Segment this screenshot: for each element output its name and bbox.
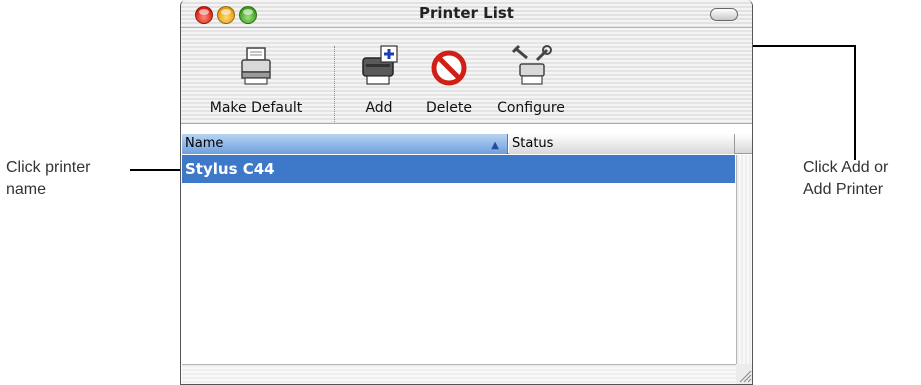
callout-click-add: Click Add or Add Printer	[803, 157, 921, 201]
toolbar: Make Default Add Delete Configure	[181, 28, 752, 124]
printer-name-cell: Stylus C44	[185, 160, 275, 178]
column-header-name-label: Name	[185, 136, 224, 151]
configure-tools-icon	[511, 44, 552, 85]
delete-no-symbol-icon	[431, 50, 467, 86]
add-button[interactable]: Add	[351, 44, 407, 116]
printer-list: Stylus C44	[182, 155, 735, 363]
callout-click-printer-name: Click printer name	[6, 157, 136, 201]
column-header-status-label: Status	[512, 136, 554, 151]
table-header: Name ▲ Status	[182, 134, 735, 154]
title-bar[interactable]: Printer List	[181, 0, 752, 28]
printer-list-window: Printer List Make Default Add Delete Con…	[180, 0, 753, 385]
callout-left-line1: Click printer	[6, 159, 91, 176]
callout-right-line2: Add Printer	[803, 181, 884, 198]
horizontal-scrollbar[interactable]	[182, 364, 736, 384]
resize-handle[interactable]	[736, 364, 752, 384]
configure-label: Configure	[497, 100, 565, 116]
callout-right-line1: Click Add or	[803, 159, 889, 176]
vertical-scrollbar[interactable]	[736, 155, 752, 366]
window-title: Printer List	[419, 4, 514, 22]
table-row[interactable]: Stylus C44	[182, 155, 735, 183]
add-label: Add	[365, 100, 393, 116]
delete-button[interactable]: Delete	[417, 44, 481, 116]
add-printer-icon	[362, 45, 398, 85]
header-corner	[735, 134, 752, 154]
resize-grip-icon	[739, 370, 752, 383]
column-header-status[interactable]: Status	[509, 134, 735, 154]
make-default-button[interactable]: Make Default	[199, 44, 313, 116]
printer-icon	[241, 47, 271, 85]
callout-right-leader-vertical	[854, 45, 856, 160]
callout-left-leader	[130, 169, 185, 171]
delete-label: Delete	[426, 100, 472, 116]
column-header-name[interactable]: Name ▲	[182, 134, 508, 154]
make-default-label: Make Default	[209, 100, 303, 116]
toolbar-separator	[334, 46, 335, 122]
callout-left-line2: name	[6, 181, 47, 198]
sort-ascending-icon: ▲	[491, 140, 499, 151]
configure-button[interactable]: Configure	[486, 44, 576, 116]
toolbar-toggle-button[interactable]	[710, 8, 738, 21]
